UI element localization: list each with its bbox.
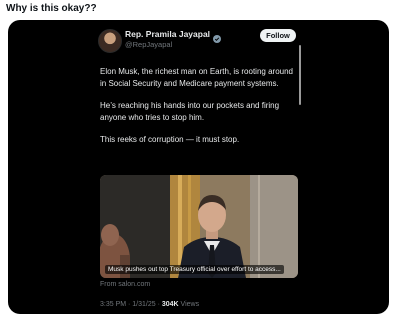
avatar[interactable] — [98, 29, 122, 53]
tweet-screenshot: Rep. Pramila Jayapal @RepJayapal Follow … — [8, 20, 389, 314]
handle[interactable]: @RepJayapal — [125, 40, 172, 49]
timestamp[interactable]: 3:35 PM · 1/31/25 · — [100, 301, 162, 308]
tweet-paragraph: He’s reaching his hands into our pockets… — [100, 101, 280, 122]
tweet-paragraph: This reeks of corruption — it must stop. — [100, 135, 240, 144]
tweet-text: Elon Musk, the richest man on Earth, is … — [100, 66, 300, 157]
name-row: Rep. Pramila Jayapal — [125, 29, 222, 43]
link-source[interactable]: From salon.com — [100, 281, 150, 288]
tweet-paragraph: Elon Musk, the richest man on Earth, is … — [100, 67, 293, 88]
display-name[interactable]: Rep. Pramila Jayapal — [125, 29, 210, 39]
views-count: 304K — [161, 301, 179, 308]
media-image[interactable]: Musk pushes out top Treasury official ov… — [100, 175, 298, 278]
follow-button[interactable]: Follow — [260, 29, 296, 42]
media-caption: Musk pushes out top Treasury official ov… — [105, 265, 284, 274]
views-label: Views — [178, 301, 200, 308]
verified-badge-icon — [213, 30, 222, 43]
post-title: Why is this okay?? — [6, 3, 97, 14]
tweet-meta: 3:35 PM · 1/31/25 · 304K Views — [100, 301, 199, 308]
